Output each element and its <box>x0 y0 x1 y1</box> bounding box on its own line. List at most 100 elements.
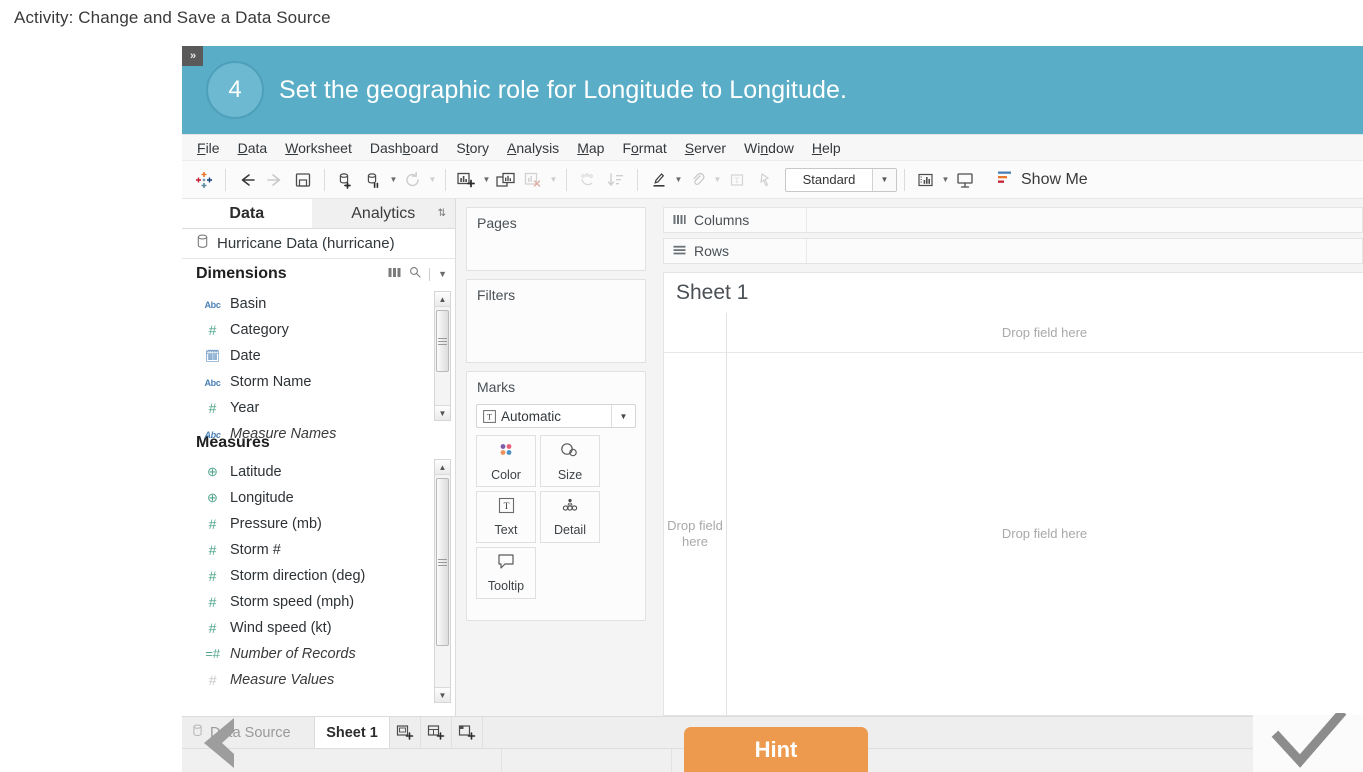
forward-icon[interactable] <box>261 166 289 194</box>
menu-format[interactable]: Format <box>613 140 675 156</box>
field-row[interactable]: # Storm direction (deg) <box>182 563 455 589</box>
refresh-data-source-icon[interactable] <box>399 166 427 194</box>
tab-data[interactable]: Data <box>182 199 312 228</box>
new-story-button[interactable] <box>452 717 483 748</box>
field-label: Date <box>230 348 261 364</box>
pages-card[interactable]: Pages <box>466 207 646 271</box>
collapse-panel-button[interactable]: » <box>182 46 203 66</box>
field-row[interactable]: Abc Basin <box>182 291 455 317</box>
fit-select-caret-icon[interactable]: ▼ <box>872 168 896 191</box>
field-row[interactable]: 🗓 Date <box>182 343 455 369</box>
new-data-source-icon[interactable] <box>332 166 360 194</box>
rows-drop-zone[interactable] <box>807 239 1362 263</box>
filters-card[interactable]: Filters <box>466 279 646 363</box>
search-icon[interactable] <box>409 265 421 283</box>
measures-scrollbar[interactable]: ▲ ▼ <box>434 459 451 703</box>
field-row[interactable]: # Year <box>182 395 455 421</box>
new-worksheet-button[interactable] <box>390 717 421 748</box>
marks-detail-button[interactable]: Detail <box>540 491 600 543</box>
marks-type-select[interactable]: T Automatic ▼ <box>476 404 636 428</box>
show-labels-dropdown-caret-icon[interactable]: ▼ <box>940 167 951 193</box>
marks-size-button[interactable]: Size <box>540 435 600 487</box>
dimensions-menu-caret-icon[interactable]: ▼ <box>438 269 447 279</box>
field-row[interactable]: # Storm # <box>182 537 455 563</box>
marks-type-caret-icon[interactable]: ▼ <box>611 405 635 427</box>
menu-window[interactable]: Window <box>735 140 803 156</box>
sheet-tab-sheet1[interactable]: Sheet 1 <box>314 717 390 748</box>
dimensions-scrollbar[interactable]: ▲ ▼ <box>434 291 451 421</box>
new-dashboard-button[interactable] <box>421 717 452 748</box>
marks-color-button[interactable]: Color <box>476 435 536 487</box>
highlighter-icon[interactable] <box>645 166 673 194</box>
pause-dropdown-caret-icon[interactable]: ▼ <box>388 167 399 193</box>
number-field-icon: # <box>208 671 217 688</box>
menu-server[interactable]: Server <box>676 140 735 156</box>
dimensions-list[interactable]: Abc Basin # Category 🗓 Date Abc Storm Name # Year… <box>182 289 455 442</box>
field-row[interactable]: ⊕ Longitude <box>182 485 455 511</box>
marks-tooltip-button[interactable]: Tooltip <box>476 547 536 599</box>
view-canvas[interactable]: Sheet 1 Drop field here Drop field here … <box>663 272 1363 716</box>
pause-data-source-icon[interactable] <box>360 166 388 194</box>
new-sheet-dropdown-caret-icon[interactable]: ▼ <box>481 167 492 193</box>
sort-toggle-icon[interactable]: ⇅ <box>438 208 446 219</box>
show-me-button[interactable]: Show Me <box>997 170 1088 190</box>
field-row[interactable]: # Measure Values <box>182 667 455 693</box>
menu-analysis[interactable]: Analysis <box>498 140 568 156</box>
refresh-dropdown-caret-icon[interactable]: ▼ <box>427 167 438 193</box>
field-label: Storm speed (mph) <box>230 594 355 610</box>
columns-drop-zone[interactable] <box>807 208 1362 232</box>
tab-analytics[interactable]: Analytics ⇅ <box>311 199 455 228</box>
menu-data[interactable]: Data <box>229 140 277 156</box>
group-by-folder-icon[interactable] <box>388 265 401 283</box>
hint-button[interactable]: Hint <box>684 727 868 772</box>
sort-descending-icon[interactable] <box>602 166 630 194</box>
field-row[interactable]: Abc Storm Name <box>182 369 455 395</box>
menu-map[interactable]: Map <box>568 140 613 156</box>
columns-shelf[interactable]: Columns <box>663 207 1363 233</box>
top-drop-placeholder[interactable]: Drop field here <box>726 322 1363 342</box>
marks-text-button[interactable]: T Text <box>476 491 536 543</box>
menu-file[interactable]: File <box>188 140 229 156</box>
scroll-up-icon[interactable]: ▲ <box>435 460 450 475</box>
fix-axes-icon[interactable] <box>751 166 779 194</box>
center-drop-placeholder[interactable]: Drop field here <box>726 352 1363 715</box>
save-icon[interactable] <box>289 166 317 194</box>
scrollbar-thumb[interactable] <box>436 478 449 646</box>
field-row[interactable]: Abc Measure Names <box>182 421 455 447</box>
datasource-row[interactable]: Hurricane Data (hurricane) <box>182 229 455 259</box>
field-row[interactable]: =# Number of Records <box>182 641 455 667</box>
check-answer-button[interactable] <box>1253 708 1363 772</box>
menu-story[interactable]: Story <box>447 140 498 156</box>
field-row[interactable]: # Category <box>182 317 455 343</box>
left-drop-placeholder[interactable]: Drop field here <box>664 352 726 715</box>
presentation-mode-icon[interactable] <box>951 166 979 194</box>
field-row[interactable]: # Storm speed (mph) <box>182 589 455 615</box>
swap-icon[interactable] <box>574 166 602 194</box>
field-row[interactable]: # Pressure (mb) <box>182 511 455 537</box>
highlighter-dropdown-caret-icon[interactable]: ▼ <box>673 167 684 193</box>
scrollbar-thumb[interactable] <box>436 310 449 372</box>
scroll-down-icon[interactable]: ▼ <box>435 687 450 702</box>
menu-worksheet[interactable]: Worksheet <box>276 140 361 156</box>
fit-dropdown-caret-icon[interactable]: ▼ <box>712 167 723 193</box>
show-labels-icon[interactable] <box>912 166 940 194</box>
clear-dropdown-caret-icon[interactable]: ▼ <box>548 167 559 193</box>
fit-icon[interactable] <box>684 166 712 194</box>
measures-list[interactable]: ⊕ Latitude ⊕ Longitude # Pressure (mb) # Storm … <box>182 457 455 709</box>
marks-card[interactable]: Marks T Automatic ▼ Color Size T Text De… <box>466 371 646 621</box>
field-row[interactable]: ⊕ Latitude <box>182 459 455 485</box>
rows-shelf[interactable]: Rows <box>663 238 1363 264</box>
fit-select[interactable]: Standard ▼ <box>785 167 897 192</box>
scroll-down-icon[interactable]: ▼ <box>435 405 450 420</box>
menu-dashboard[interactable]: Dashboard <box>361 140 448 156</box>
field-row[interactable]: # Wind speed (kt) <box>182 615 455 641</box>
duplicate-sheet-icon[interactable] <box>492 166 520 194</box>
tableau-logo-icon[interactable] <box>190 166 218 194</box>
data-source-tab[interactable]: Data Source <box>182 717 314 748</box>
menu-help[interactable]: Help <box>803 140 850 156</box>
new-worksheet-icon[interactable] <box>453 166 481 194</box>
label-icon[interactable]: T <box>723 166 751 194</box>
scroll-up-icon[interactable]: ▲ <box>435 292 450 307</box>
clear-sheet-icon[interactable] <box>520 166 548 194</box>
back-icon[interactable] <box>233 166 261 194</box>
